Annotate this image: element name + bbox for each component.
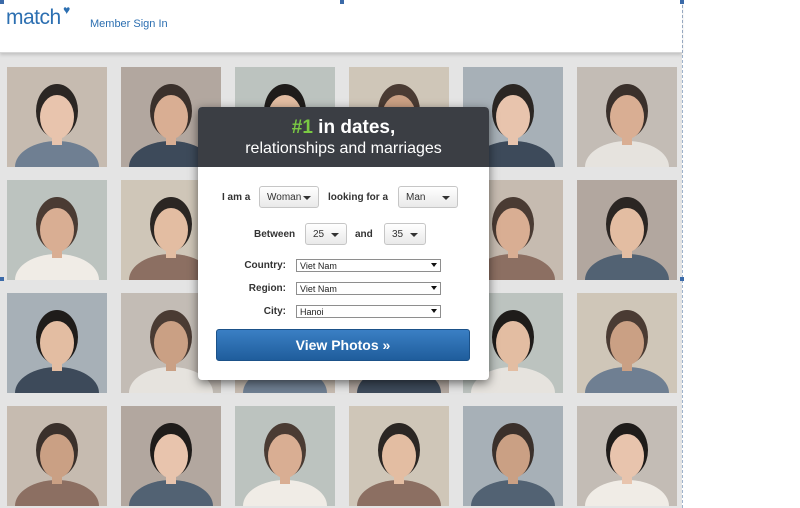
heart-icon: ♥ [63,3,70,17]
member-photo[interactable] [7,67,107,167]
member-photo[interactable] [7,293,107,393]
region-select-value: Viet Nam [300,284,337,294]
person-photo-icon [349,406,449,506]
page-edge-guide [682,0,684,508]
person-photo-icon [463,406,563,506]
member-photo[interactable] [121,406,221,506]
person-photo-icon [577,406,677,506]
chevron-down-icon [410,233,418,237]
region-label: Region: [248,283,286,294]
member-photo[interactable] [463,406,563,506]
between-label: Between [254,229,296,240]
selection-handle [340,0,344,4]
dropdown-arrow-icon [431,263,437,267]
member-photo[interactable] [7,180,107,280]
country-select[interactable]: Viet Nam [296,259,441,272]
person-photo-icon [7,406,107,506]
gender-select-value: Woman [267,192,302,203]
gender-select[interactable]: Woman [259,186,319,208]
person-photo-icon [577,67,677,167]
seeking-select-value: Man [406,192,426,203]
headline: #1 in dates, [198,117,489,139]
country-select-value: Viet Nam [300,261,337,271]
chevron-down-icon [442,196,450,200]
city-label: City: [263,306,286,317]
member-sign-in-link[interactable]: Member Sign In [90,18,168,30]
dialog-header: #1 in dates, relationships and marriages [198,107,489,167]
selection-handle [680,277,684,281]
region-select[interactable]: Viet Nam [296,282,441,295]
i-am-a-label: I am a [222,192,251,203]
and-label: and [355,229,373,240]
logo-text: match [6,6,61,29]
member-photo[interactable] [577,67,677,167]
age-max-select[interactable]: 35 [384,223,426,245]
member-photo[interactable] [577,406,677,506]
selection-handle [0,0,4,4]
chevron-down-icon [303,196,311,200]
site-header: match ♥ Member Sign In [0,0,682,53]
search-dialog: #1 in dates, relationships and marriages… [198,107,489,380]
looking-for-label: looking for a [328,192,388,203]
person-photo-icon [235,406,335,506]
person-photo-icon [7,180,107,280]
person-photo-icon [577,293,677,393]
view-photos-button[interactable]: View Photos » [216,329,470,361]
headline-accent: #1 [291,117,313,138]
person-photo-icon [577,180,677,280]
member-photo[interactable] [7,406,107,506]
match-logo[interactable]: match ♥ [6,3,70,30]
city-select[interactable]: Hanoi [296,305,441,318]
country-label: Country: [244,260,286,271]
dropdown-arrow-icon [431,286,437,290]
age-min-select[interactable]: 25 [305,223,347,245]
selection-handle [680,0,684,4]
member-photo[interactable] [577,180,677,280]
headline-subtitle: relationships and marriages [245,140,442,157]
member-photo[interactable] [577,293,677,393]
headline-rest: in dates, [312,117,396,138]
member-photo[interactable] [235,406,335,506]
member-photo[interactable] [349,406,449,506]
age-min-value: 25 [313,229,325,240]
person-photo-icon [121,406,221,506]
person-photo-icon [7,67,107,167]
city-select-value: Hanoi [300,307,324,317]
dropdown-arrow-icon [431,309,437,313]
age-max-value: 35 [392,229,404,240]
chevron-down-icon [331,233,339,237]
selection-handle [0,277,4,281]
person-photo-icon [7,293,107,393]
seeking-select[interactable]: Man [398,186,458,208]
